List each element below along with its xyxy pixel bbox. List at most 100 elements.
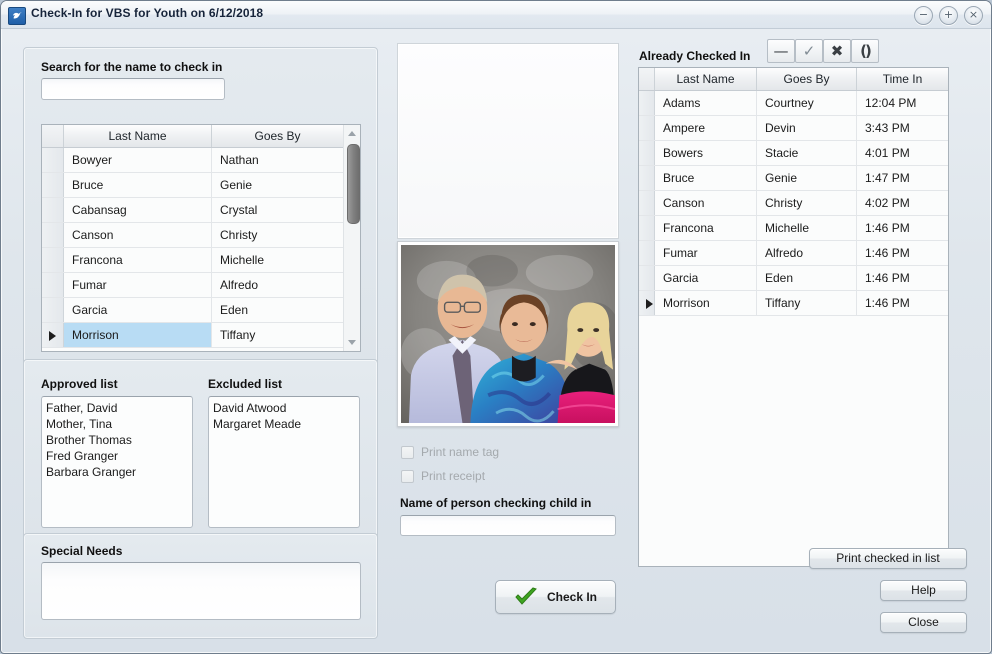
table-row[interactable]: Garcia Eden xyxy=(42,298,360,323)
list-item[interactable]: David Atwood xyxy=(213,400,355,416)
scrollbar-thumb[interactable] xyxy=(347,144,360,224)
maximize-icon: + xyxy=(943,8,954,21)
table-row[interactable]: Bowyer Nathan xyxy=(42,148,360,173)
table-row[interactable]: Francona Michelle xyxy=(42,248,360,273)
close-button-footer[interactable]: Close xyxy=(880,612,967,633)
name-grid-scrollbar[interactable] xyxy=(343,125,360,351)
table-row[interactable]: Fumar Alfredo xyxy=(42,273,360,298)
check-in-button[interactable]: Check In xyxy=(495,580,616,614)
column-header-time-in[interactable]: Time In xyxy=(857,68,948,90)
approved-list[interactable]: Father, David Mother, Tina Brother Thomas F… xyxy=(41,396,193,528)
row-indicator xyxy=(639,216,655,240)
minimize-button[interactable]: − xyxy=(914,6,933,25)
grid-empty-area xyxy=(639,316,948,566)
special-needs-input[interactable] xyxy=(41,562,361,620)
table-row[interactable]: Morrison Tiffany 1:46 PM xyxy=(639,291,948,316)
scroll-up-icon[interactable] xyxy=(344,125,360,142)
name-grid[interactable]: Last Name Goes By Bowyer Nathan Bruce Genie… xyxy=(41,124,361,352)
cell-time-in: 12:04 PM xyxy=(865,96,917,110)
table-row[interactable]: Cabansag Crystal xyxy=(42,198,360,223)
cell-last-name: Canson xyxy=(655,191,757,215)
row-indicator xyxy=(639,141,655,165)
remove-icon[interactable]: — xyxy=(767,39,795,63)
column-header-last-name[interactable]: Last Name xyxy=(655,68,757,90)
help-button[interactable]: Help xyxy=(880,580,967,601)
table-row[interactable]: Canson Christy 4:02 PM xyxy=(639,191,948,216)
window-controls: − + × xyxy=(914,6,983,25)
table-row[interactable]: Ampere Devin 3:43 PM xyxy=(639,116,948,141)
search-panel: Search for the name to check in Last Nam… xyxy=(23,47,378,367)
list-item[interactable]: Barbara Granger xyxy=(46,464,188,480)
application-window: Check-In for VBS for Youth on 6/12/2018 … xyxy=(0,0,992,654)
list-item[interactable]: Mother, Tina xyxy=(46,416,188,432)
table-row[interactable]: Garcia Eden 1:46 PM xyxy=(639,266,948,291)
cell-last-name: Morrison xyxy=(64,323,212,347)
close-button[interactable]: × xyxy=(964,6,983,25)
column-header-goes-by[interactable]: Goes By xyxy=(757,68,857,90)
delete-icon[interactable]: ✖ xyxy=(823,39,851,63)
checker-name-input[interactable] xyxy=(400,515,616,536)
row-indicator xyxy=(639,266,655,290)
cell-goes-by: Christy xyxy=(212,223,344,247)
row-indicator xyxy=(42,148,64,172)
print-name-tag-row[interactable]: Print name tag xyxy=(401,445,499,459)
print-checked-in-list-button[interactable]: Print checked in list xyxy=(809,548,967,569)
cell-last-name: Bowyer xyxy=(64,148,212,172)
cell-last-name: Bowers xyxy=(655,141,757,165)
photo-placeholder xyxy=(397,43,619,239)
cell-last-name: Adams xyxy=(655,91,757,115)
list-item[interactable]: Fred Granger xyxy=(46,448,188,464)
excluded-list[interactable]: David Atwood Margaret Meade xyxy=(208,396,360,528)
row-indicator xyxy=(639,241,655,265)
cell-last-name: Francona xyxy=(655,216,757,240)
cell-goes-by: Michelle xyxy=(757,216,857,240)
cell-last-name: Ampere xyxy=(655,116,757,140)
row-indicator xyxy=(42,323,64,347)
print-receipt-checkbox[interactable] xyxy=(401,469,414,483)
print-name-tag-label: Print name tag xyxy=(421,445,500,459)
row-indicator xyxy=(42,298,64,322)
table-row[interactable]: Adams Courtney 12:04 PM xyxy=(639,91,948,116)
cell-last-name: Garcia xyxy=(64,298,212,322)
table-row[interactable]: Fumar Alfredo 1:46 PM xyxy=(639,241,948,266)
cell-goes-by: Michelle xyxy=(212,248,344,272)
table-row[interactable]: Bruce Genie 1:47 PM xyxy=(639,166,948,191)
maximize-button[interactable]: + xyxy=(939,6,958,25)
cell-last-name: Bruce xyxy=(64,173,212,197)
cell-last-name: Bruce xyxy=(655,166,757,190)
table-row[interactable]: Bowers Stacie 4:01 PM xyxy=(639,141,948,166)
column-header-last-name[interactable]: Last Name xyxy=(64,125,212,147)
list-item[interactable]: Brother Thomas xyxy=(46,432,188,448)
table-row[interactable]: Canson Christy xyxy=(42,223,360,248)
print-receipt-label: Print receipt xyxy=(421,469,486,483)
already-checked-in-grid[interactable]: Last Name Goes By Time In Adams Courtney 1… xyxy=(638,67,949,567)
column-header-goes-by[interactable]: Goes By xyxy=(212,125,344,147)
already-checked-in-title: Already Checked In xyxy=(639,49,751,63)
cell-time-in: 4:01 PM xyxy=(865,146,910,160)
print-name-tag-checkbox[interactable] xyxy=(401,445,414,459)
cell-time-in: 1:46 PM xyxy=(865,271,910,285)
special-needs-label: Special Needs xyxy=(41,544,123,558)
table-row[interactable]: Morrison Tiffany xyxy=(42,323,360,348)
print-receipt-row[interactable]: Print receipt xyxy=(401,469,485,483)
row-indicator xyxy=(639,191,655,215)
table-row[interactable]: Francona Michelle 1:46 PM xyxy=(639,216,948,241)
list-item[interactable]: Father, David xyxy=(46,400,188,416)
already-checked-in-toolbar: — ✓ ✖ () xyxy=(767,39,883,63)
scroll-down-icon[interactable] xyxy=(344,334,360,351)
checker-name-label: Name of person checking child in xyxy=(400,496,592,510)
dove-icon xyxy=(8,7,26,25)
cell-goes-by: Devin xyxy=(757,116,857,140)
cell-goes-by: Nathan xyxy=(212,148,344,172)
check-icon[interactable]: ✓ xyxy=(795,39,823,63)
row-indicator xyxy=(42,248,64,272)
list-item[interactable]: Margaret Meade xyxy=(213,416,355,432)
cell-time-in: 1:46 PM xyxy=(865,246,910,260)
table-row[interactable]: Bruce Genie xyxy=(42,173,360,198)
refresh-icon[interactable]: () xyxy=(851,39,879,63)
row-indicator xyxy=(639,166,655,190)
lists-panel: Approved list Father, David Mother, Tina B… xyxy=(23,359,378,541)
special-needs-panel: Special Needs xyxy=(23,533,378,639)
cell-goes-by: Alfredo xyxy=(212,273,344,297)
search-input[interactable] xyxy=(41,78,225,100)
